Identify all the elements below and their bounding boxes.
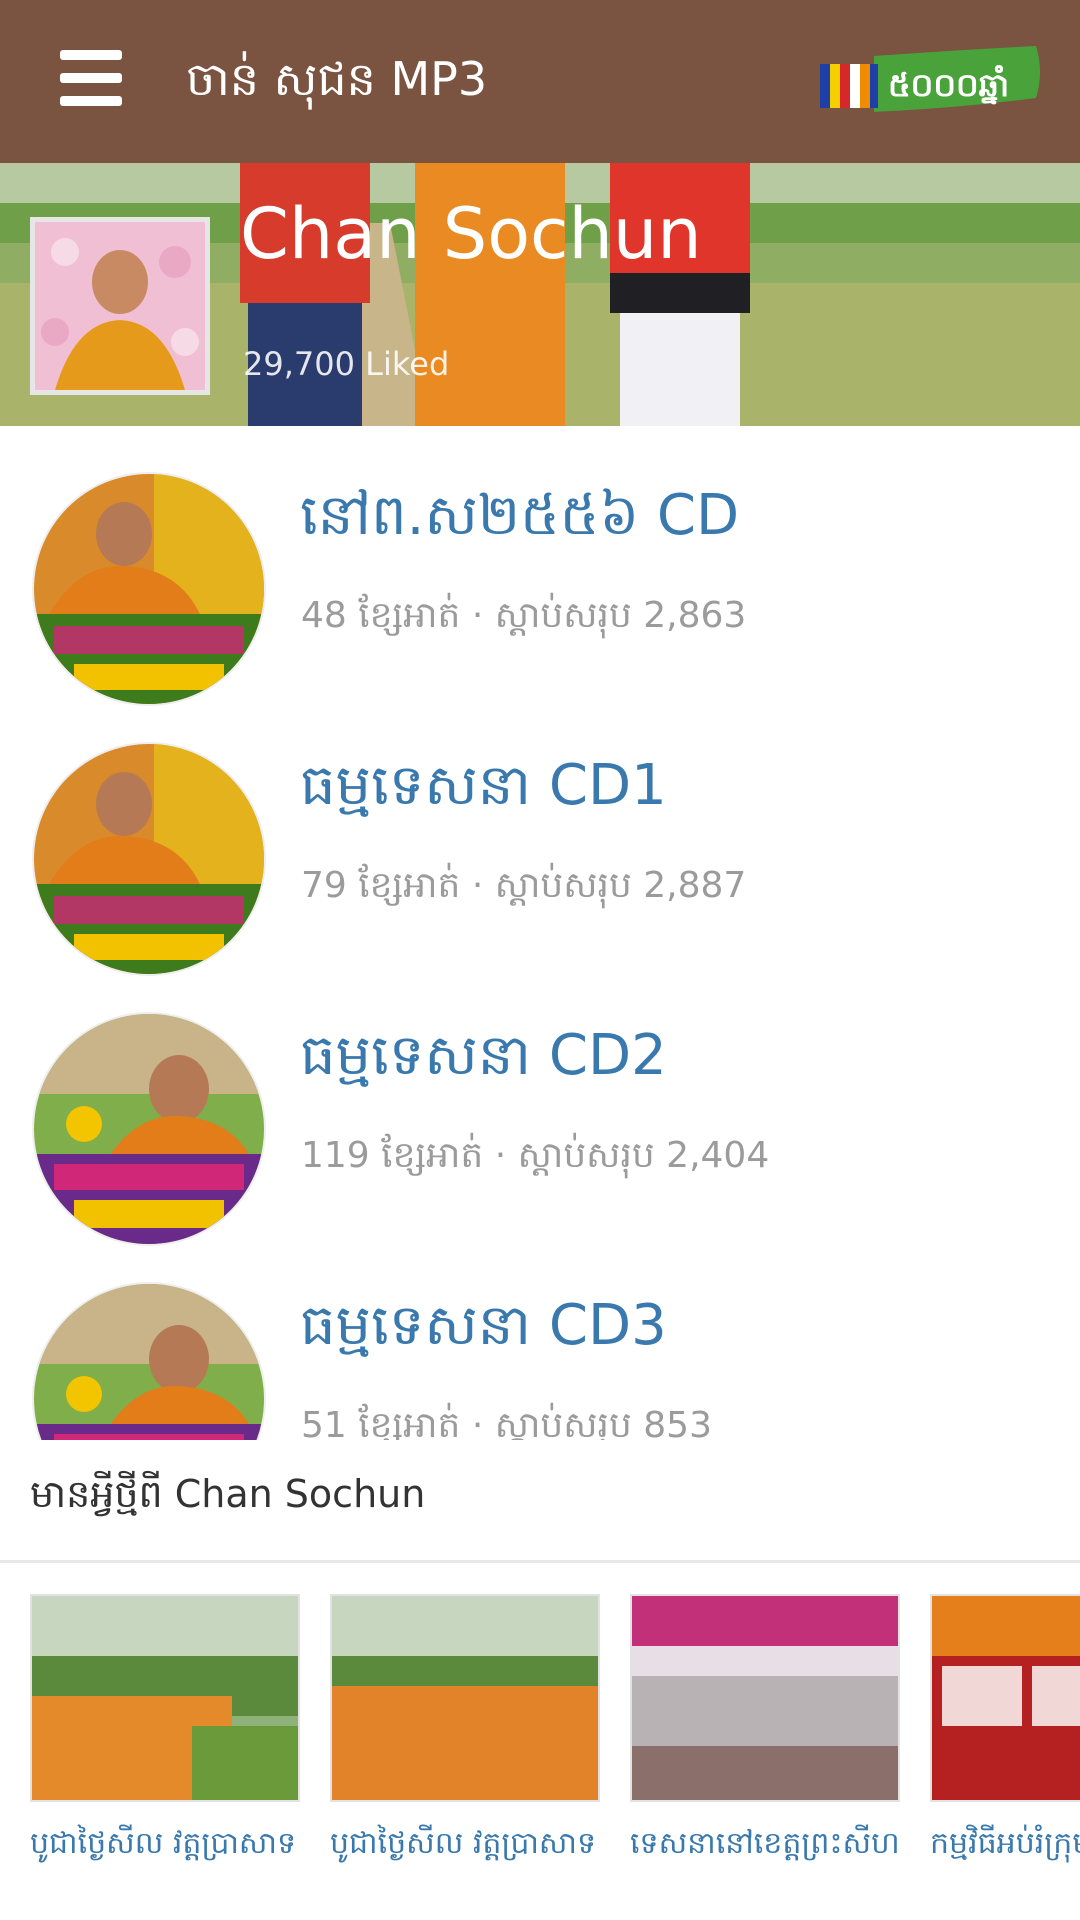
album-meta: 51 ខ្សែអាត់ · ស្តាប់សរុប 853 bbox=[301, 1405, 712, 1440]
album-meta: 79 ខ្សែអាត់ · ស្តាប់សរុប 2,887 bbox=[301, 865, 747, 906]
album-item[interactable]: ធម្មទេសនា CD3 51 ខ្សែអាត់ · ស្តាប់សរុប 8… bbox=[0, 1236, 1080, 1440]
album-item[interactable]: នៅព.ស២៥៥៦ CD 48 ខ្សែអាត់ · ស្តាប់សរុប 2,… bbox=[0, 426, 1080, 706]
badge-text: ៥០០០ឆ្នាំ bbox=[888, 65, 1009, 105]
album-cover bbox=[32, 1282, 266, 1440]
album-title: ធម្មទេសនា CD1 bbox=[300, 753, 667, 818]
album-title: ធម្មទេសនា CD3 bbox=[300, 1293, 667, 1358]
news-card[interactable]: ទេសនានៅខេត្តព្រះសីហនុ bbox=[630, 1590, 900, 1910]
profile-name: Chan Sochun bbox=[240, 193, 702, 275]
album-cover bbox=[32, 1012, 266, 1246]
profile-banner: Chan Sochun 29,700 Liked bbox=[0, 163, 1080, 426]
app-toolbar: ចាន់ សុជន MP3 ៥០០០ឆ្នាំ bbox=[0, 0, 1080, 163]
album-title: នៅព.ស២៥៥៦ CD bbox=[300, 483, 740, 548]
menu-icon[interactable] bbox=[56, 48, 126, 108]
album-list: នៅព.ស២៥៥៦ CD 48 ខ្សែអាត់ · ស្តាប់សរុប 2,… bbox=[0, 426, 1080, 1440]
album-meta: 48 ខ្សែអាត់ · ស្តាប់សរុប 2,863 bbox=[301, 595, 747, 636]
news-thumbnail bbox=[30, 1594, 300, 1802]
divider bbox=[0, 1560, 1080, 1563]
album-item[interactable]: ធម្មទេសនា CD1 79 ខ្សែអាត់ · ស្តាប់សរុប 2… bbox=[0, 696, 1080, 976]
news-thumbnail bbox=[930, 1594, 1080, 1802]
news-section-title: មានអ្វីថ្មីពី Chan Sochun bbox=[30, 1472, 426, 1516]
album-title: ធម្មទេសនា CD2 bbox=[300, 1023, 667, 1088]
news-caption: ទេសនានៅខេត្តព្រះសីហនុ bbox=[630, 1826, 900, 1861]
news-thumbnail bbox=[630, 1594, 900, 1802]
news-card[interactable]: បូជាថ្ងៃសីល វត្តប្រាសាទ bbox=[30, 1590, 300, 1910]
profile-likes-count: 29,700 Liked bbox=[243, 345, 450, 383]
news-card[interactable]: បូជាថ្ងៃសីល វត្តប្រាសាទ bbox=[330, 1590, 600, 1910]
buddhist-flag-5000-years-badge: ៥០០០ឆ្នាំ bbox=[820, 46, 1040, 112]
news-caption: បូជាថ្ងៃសីល វត្តប្រាសាទ bbox=[330, 1826, 597, 1861]
album-cover bbox=[32, 742, 266, 976]
news-caption: បូជាថ្ងៃសីល វត្តប្រាសាទ bbox=[30, 1826, 297, 1861]
news-caption: កម្មវិធីអប់រំក្រុម bbox=[930, 1826, 1080, 1861]
news-carousel[interactable]: បូជាថ្ងៃសីល វត្តប្រាសាទ បូជាថ្ងៃសីល វត្ត… bbox=[0, 1590, 1080, 1920]
album-meta: 119 ខ្សែអាត់ · ស្តាប់សរុប 2,404 bbox=[301, 1135, 770, 1176]
album-cover bbox=[32, 472, 266, 706]
app-title: ចាន់ សុជន MP3 bbox=[186, 52, 488, 106]
news-thumbnail bbox=[330, 1594, 600, 1802]
album-item[interactable]: ធម្មទេសនា CD2 119 ខ្សែអាត់ · ស្តាប់សរុប … bbox=[0, 966, 1080, 1246]
profile-avatar[interactable] bbox=[30, 217, 210, 395]
news-card[interactable]: កម្មវិធីអប់រំក្រុម bbox=[930, 1590, 1080, 1910]
